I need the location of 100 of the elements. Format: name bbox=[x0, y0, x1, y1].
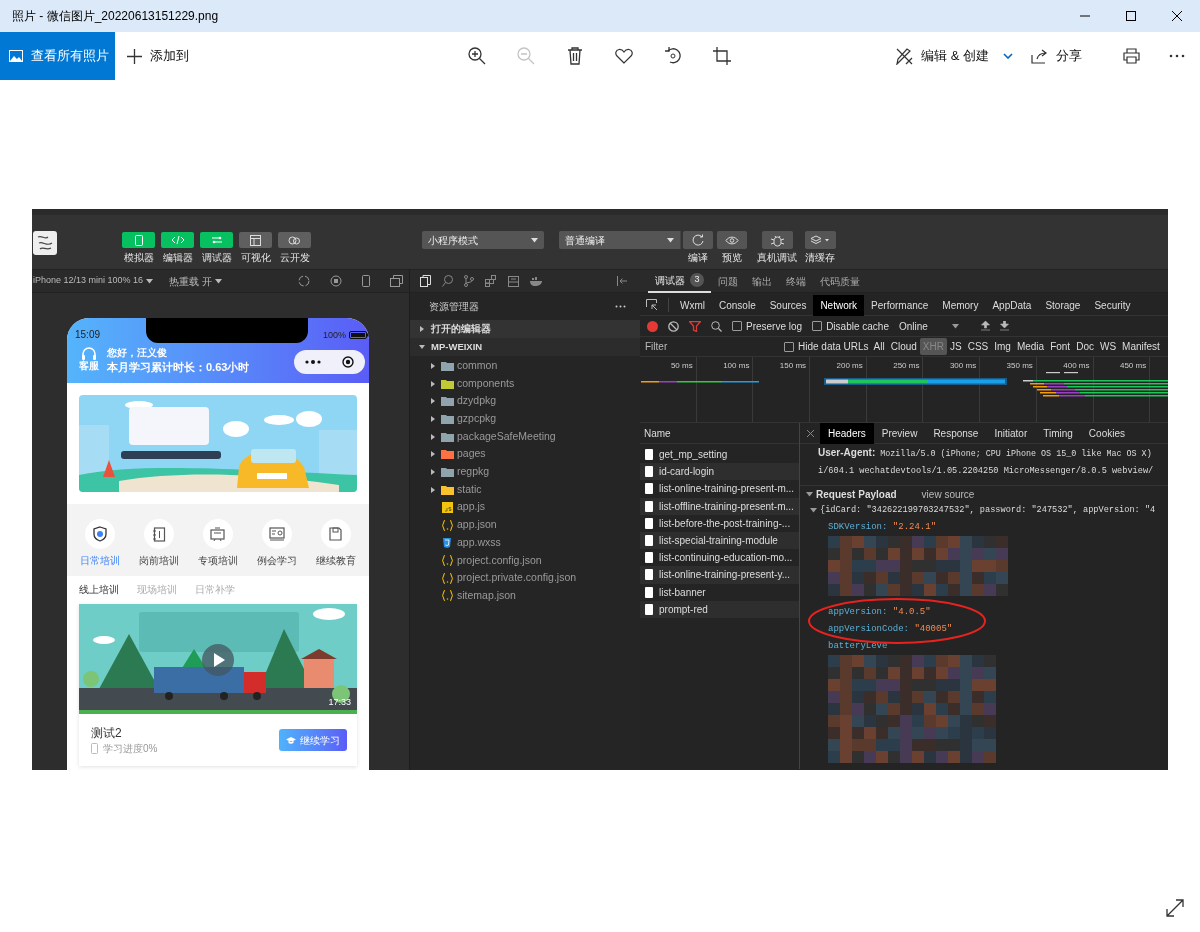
file-tree-item[interactable]: sitemap.json bbox=[410, 586, 640, 605]
detail-tab[interactable]: Initiator bbox=[986, 423, 1036, 444]
detail-tab[interactable]: Headers bbox=[820, 423, 874, 444]
debugger-tab[interactable]: 调试器 3 bbox=[648, 269, 711, 293]
expand-arrow-icon[interactable] bbox=[419, 344, 425, 350]
request-row[interactable]: list-continuing-education-mo... bbox=[640, 549, 799, 567]
share-button[interactable]: 分享 bbox=[1031, 32, 1082, 80]
hot-reload-select[interactable]: 热重载 开 bbox=[169, 273, 222, 289]
play-icon[interactable] bbox=[202, 644, 234, 676]
caret-icon bbox=[806, 491, 813, 497]
file-tree-item[interactable]: project.config.json bbox=[410, 551, 640, 570]
request-row[interactable]: list-offline-training-present-m... bbox=[640, 497, 799, 515]
devtools-tab[interactable]: Sources bbox=[762, 294, 814, 316]
request-row[interactable]: id-card-login bbox=[640, 463, 799, 481]
detail-tab[interactable]: Timing bbox=[1035, 423, 1081, 444]
type-filter[interactable]: JS bbox=[947, 338, 965, 355]
category-tab[interactable]: 日常培训 bbox=[80, 555, 121, 567]
toolbar-icon-button[interactable] bbox=[804, 231, 836, 249]
view-toggle-button[interactable] bbox=[200, 232, 233, 248]
toolbar-icon-button[interactable] bbox=[761, 231, 793, 249]
checkbox[interactable] bbox=[784, 341, 794, 352]
category-tab[interactable]: 专项培训 bbox=[198, 555, 238, 567]
file-tree-item[interactable]: dzydpkg bbox=[410, 392, 640, 411]
expand-arrow-icon[interactable] bbox=[419, 326, 425, 332]
expand-arrow-icon[interactable] bbox=[430, 451, 436, 458]
request-row[interactable]: list-online-training-present-m... bbox=[640, 480, 799, 498]
edit-create-button[interactable]: 编辑 & 创建 bbox=[896, 32, 1013, 80]
devtools-tab[interactable]: Storage bbox=[1038, 294, 1088, 316]
type-filter[interactable]: Font bbox=[1047, 338, 1074, 355]
add-to-button[interactable]: 添加到 bbox=[127, 32, 189, 80]
expand-arrow-icon[interactable] bbox=[430, 362, 436, 369]
file-tree-item[interactable]: project.private.config.json bbox=[410, 569, 640, 587]
devtools-tab[interactable]: Console bbox=[712, 294, 763, 316]
type-filter[interactable]: Media bbox=[1013, 338, 1048, 355]
category-tab[interactable]: 例会学习 bbox=[256, 555, 297, 567]
file-icon bbox=[645, 517, 653, 529]
view-toggle-button[interactable] bbox=[278, 232, 311, 248]
expand-arrow-icon[interactable] bbox=[430, 415, 436, 422]
type-filter[interactable]: CSS bbox=[964, 338, 992, 355]
expand-arrow-icon[interactable] bbox=[430, 468, 436, 475]
file-tree-item[interactable]: app.json bbox=[410, 516, 640, 534]
view-toggle-button[interactable] bbox=[122, 232, 155, 248]
type-filter[interactable]: Cloud bbox=[887, 338, 920, 355]
expand-arrow-icon[interactable] bbox=[430, 398, 436, 405]
category-tab[interactable]: 岗前培训 bbox=[139, 555, 180, 567]
devtools-tab[interactable]: Memory bbox=[935, 294, 986, 316]
compile-select[interactable]: 普通编译 bbox=[559, 231, 681, 249]
detail-tab[interactable]: Preview bbox=[873, 423, 926, 444]
request-row[interactable]: list-before-the-post-training-... bbox=[640, 514, 799, 532]
throttling-select[interactable]: Online bbox=[898, 318, 959, 334]
mode-select[interactable]: 小程序模式 bbox=[422, 231, 544, 249]
devtools-tab[interactable]: Network bbox=[813, 294, 865, 316]
debugger-tab[interactable]: 输出 bbox=[745, 269, 779, 293]
type-filter[interactable]: All bbox=[870, 338, 888, 355]
detail-tab[interactable]: Cookies bbox=[1080, 423, 1133, 444]
file-tree-item[interactable]: regpkg bbox=[410, 463, 640, 481]
devtools-tab[interactable]: AppData bbox=[985, 294, 1039, 316]
type-filter[interactable]: Img bbox=[991, 338, 1014, 355]
view-all-photos-button[interactable]: 查看所有照片 bbox=[0, 32, 115, 80]
file-tree-item[interactable]: app.wxss bbox=[410, 533, 640, 552]
toolbar-icon-button[interactable] bbox=[683, 231, 713, 249]
view-toggle-button[interactable] bbox=[239, 232, 272, 248]
fullscreen-icon[interactable] bbox=[1166, 899, 1184, 917]
view-source-link[interactable]: view source bbox=[921, 486, 975, 502]
expand-arrow-icon[interactable] bbox=[430, 486, 436, 493]
debugger-tab[interactable]: 问题 bbox=[711, 269, 745, 293]
expand-arrow-icon[interactable] bbox=[430, 433, 436, 440]
category-tab[interactable]: 继续教育 bbox=[315, 555, 356, 567]
checkbox[interactable] bbox=[812, 321, 823, 331]
file-tree-item[interactable]: common bbox=[410, 357, 640, 375]
devtools-tab[interactable]: Security bbox=[1087, 294, 1138, 316]
toolbar-icon-button[interactable] bbox=[717, 231, 747, 249]
file-tree-item[interactable]: packageSafeMeeting bbox=[410, 427, 640, 446]
explorer-section-header[interactable]: 打开的编辑器 bbox=[410, 320, 640, 338]
file-tree-item[interactable]: pages bbox=[410, 445, 640, 464]
view-toggle-button[interactable] bbox=[161, 232, 194, 248]
file-tree-item[interactable]: app.js bbox=[410, 498, 640, 517]
detail-tab[interactable]: Response bbox=[925, 423, 987, 444]
explorer-section-header[interactable]: MP-WEIXIN bbox=[410, 338, 640, 356]
file-tree-item[interactable]: components bbox=[410, 374, 640, 393]
type-filter[interactable]: Doc bbox=[1073, 338, 1097, 355]
devtools-tab[interactable]: Performance bbox=[864, 294, 936, 316]
request-row[interactable]: list-special-training-module bbox=[640, 531, 799, 550]
request-row[interactable]: get_mp_setting bbox=[640, 446, 799, 464]
type-filter[interactable]: WS bbox=[1096, 338, 1120, 355]
debugger-tab[interactable]: 终端 bbox=[779, 269, 813, 293]
debugger-tab[interactable]: 代码质量 bbox=[813, 269, 867, 293]
file-tree-item[interactable]: static bbox=[410, 480, 640, 499]
continue-study-button[interactable]: 继续学习 bbox=[279, 729, 347, 751]
devtools-tab[interactable]: Wxml bbox=[673, 294, 712, 316]
request-row[interactable]: list-online-training-present-y... bbox=[640, 566, 799, 584]
type-filter[interactable]: Manifest bbox=[1119, 338, 1163, 355]
capsule-menu[interactable] bbox=[294, 350, 365, 374]
request-row[interactable]: list-banner bbox=[640, 583, 799, 601]
expand-arrow-icon[interactable] bbox=[430, 380, 436, 387]
checkbox[interactable] bbox=[732, 321, 742, 331]
file-tree-item[interactable]: gzpcpkg bbox=[410, 410, 640, 428]
device-select[interactable]: iPhone 12/13 mini 100% 16 bbox=[33, 274, 154, 288]
sub-tab[interactable]: 线上培训 bbox=[79, 584, 119, 596]
request-row[interactable]: prompt-red bbox=[640, 600, 799, 618]
